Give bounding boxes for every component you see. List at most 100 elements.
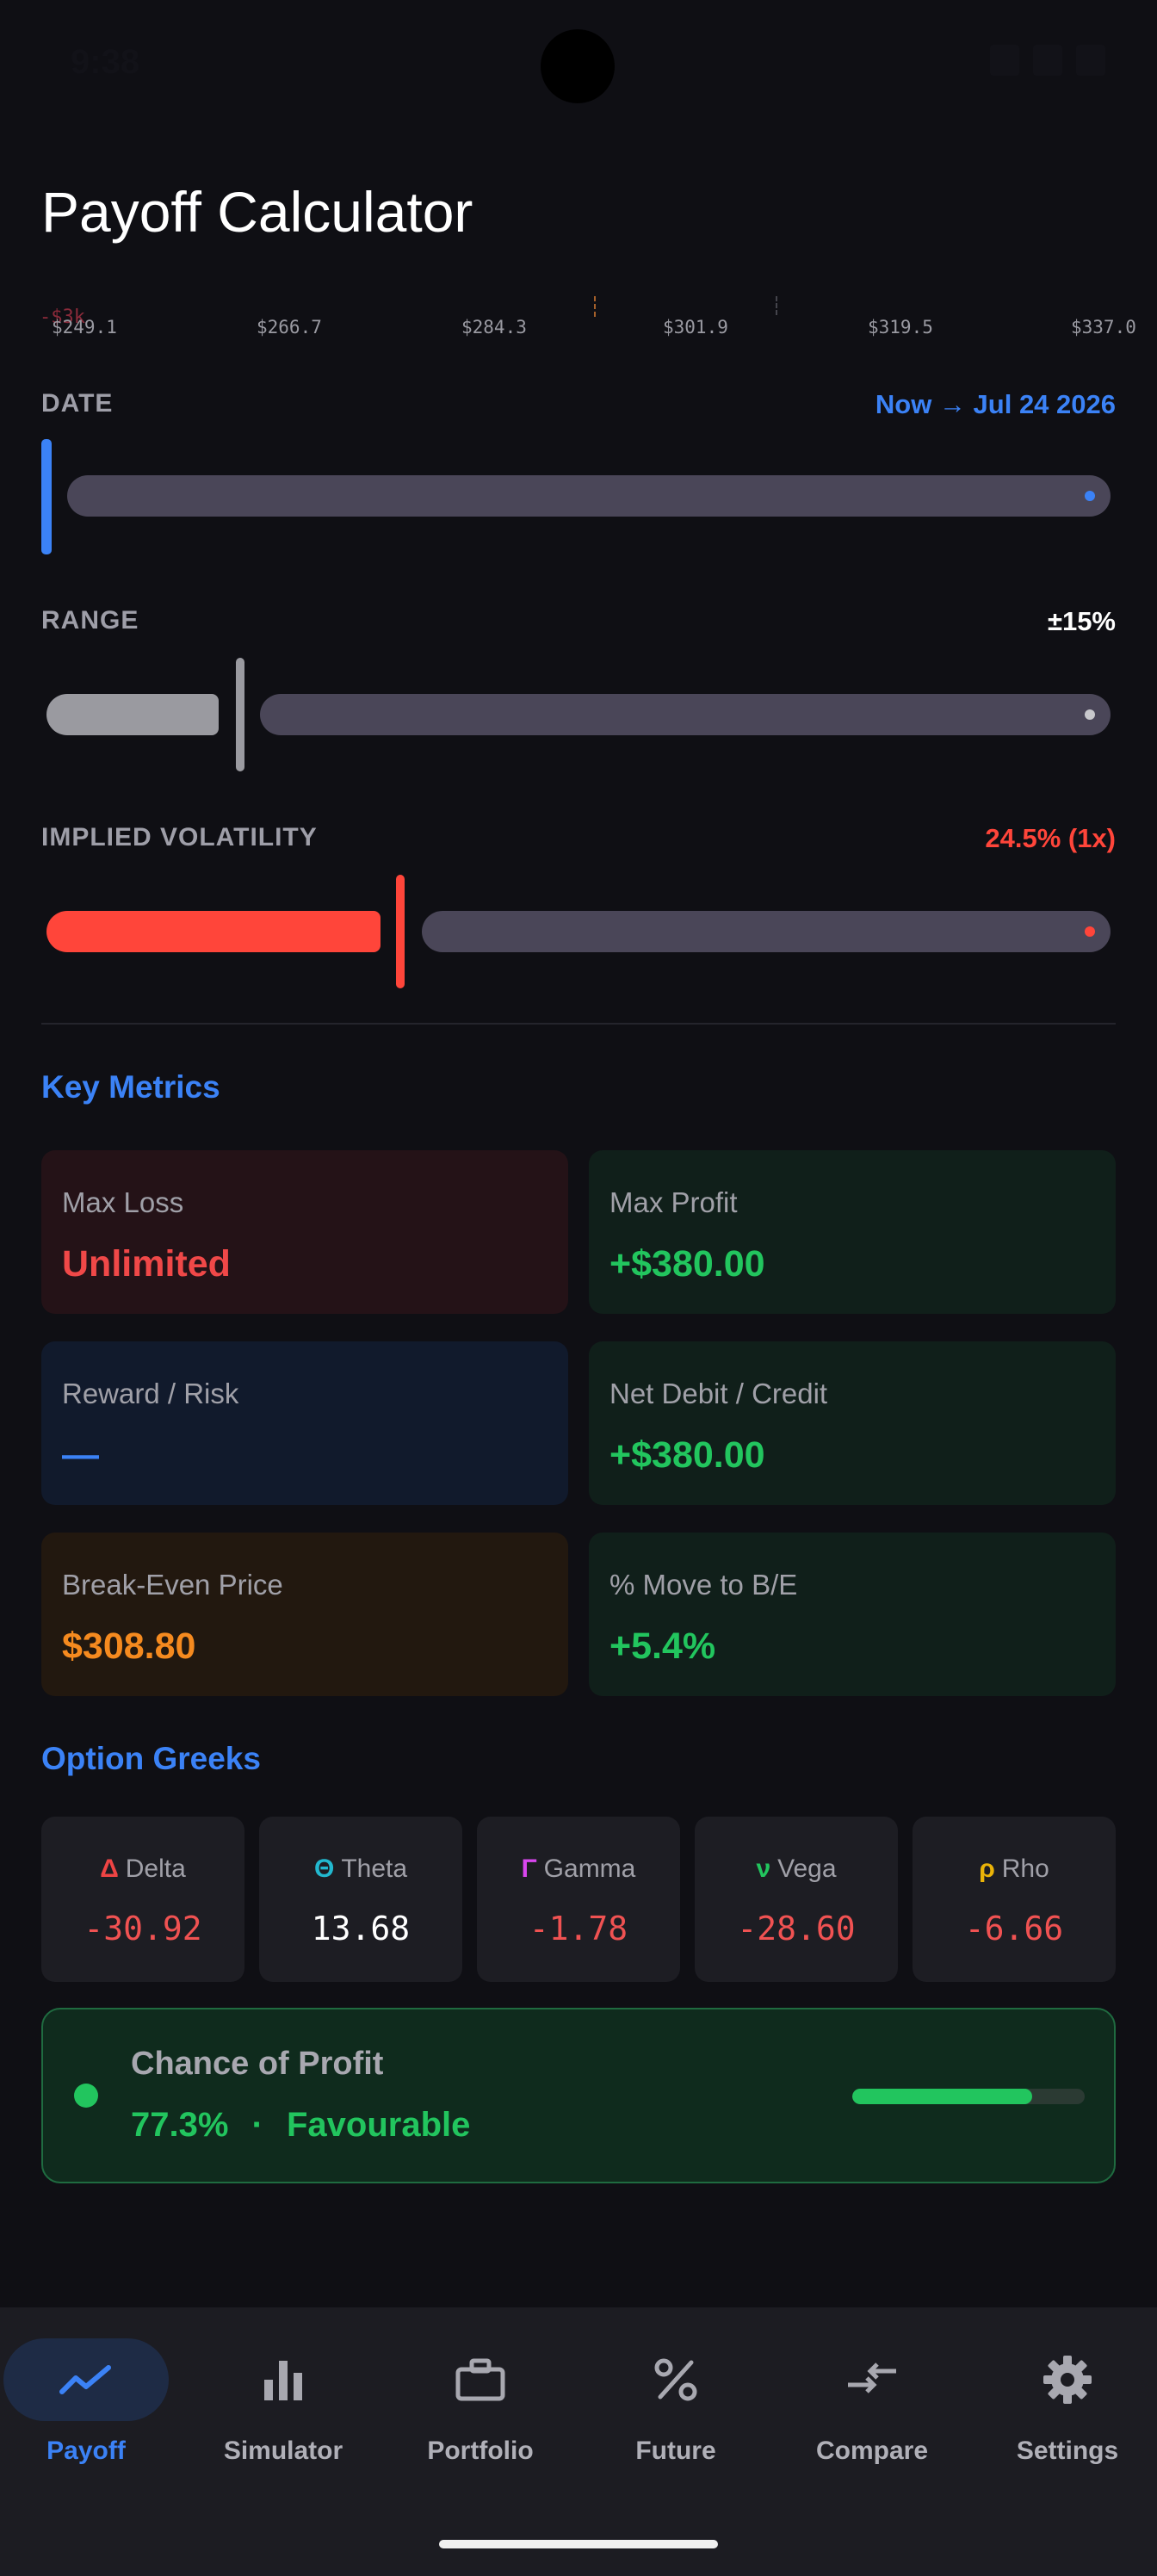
axis-tick: $284.3: [461, 317, 527, 337]
nav-item-portfolio[interactable]: Portfolio: [384, 2335, 577, 2473]
chart-x-axis: $249.1 $266.7 $284.3 $301.9 $319.5 $337.…: [0, 317, 1157, 343]
rho-icon: ρ: [979, 1855, 995, 1883]
max-profit-card: Max Profit +$380.00: [589, 1150, 1116, 1314]
status-dot-icon: [74, 2084, 98, 2108]
greek-rho-card: ρ Rho -6.66: [913, 1817, 1116, 1982]
greek-name: Theta: [341, 1855, 408, 1883]
greek-name: Gamma: [543, 1855, 636, 1883]
move-be-card: % Move to B/E +5.4%: [589, 1533, 1116, 1696]
move-be-label: % Move to B/E: [609, 1569, 798, 1601]
max-profit-value: +$380.00: [609, 1243, 765, 1285]
briefcase-icon: [398, 2338, 563, 2421]
reward-risk-value: —: [62, 1434, 99, 1476]
chance-separator: ·: [251, 2106, 263, 2144]
nav-label: Future: [635, 2437, 716, 2465]
greeks-heading: Option Greeks: [41, 1741, 261, 1776]
max-loss-value: Unlimited: [62, 1243, 231, 1285]
axis-tick: $249.1: [52, 317, 117, 337]
page-title: Payoff Calculator: [41, 180, 473, 244]
iv-slider-end-dot: [1085, 926, 1095, 937]
percent-icon: [593, 2338, 758, 2421]
bar-chart-icon: [201, 2338, 366, 2421]
greek-vega-card: ν Vega -28.60: [695, 1817, 898, 1982]
range-slider-thumb[interactable]: [236, 658, 244, 771]
greek-theta-card: Θ Theta 13.68: [259, 1817, 462, 1982]
move-be-value: +5.4%: [609, 1625, 716, 1667]
greek-name: Delta: [125, 1855, 186, 1883]
chance-percent: 77.3%: [131, 2106, 229, 2144]
axis-tick: $319.5: [868, 317, 933, 337]
home-indicator[interactable]: [439, 2540, 718, 2548]
greek-name: Rho: [1001, 1855, 1049, 1883]
axis-tick: $266.7: [257, 317, 322, 337]
greek-value: 13.68: [311, 1910, 411, 1947]
break-even-card: Break-Even Price $308.80: [41, 1533, 568, 1696]
greek-value: -6.66: [964, 1910, 1064, 1947]
date-slider-thumb[interactable]: [41, 439, 52, 554]
nav-item-future[interactable]: Future: [579, 2335, 772, 2473]
greek-gamma-card: Γ Gamma -1.78: [477, 1817, 680, 1982]
iv-slider-thumb[interactable]: [396, 875, 405, 988]
iv-slider-fill: [46, 911, 381, 952]
nav-label: Simulator: [223, 2437, 343, 2465]
gamma-icon: Γ: [521, 1855, 537, 1883]
status-icons: [990, 45, 1105, 76]
date-slider-end-dot: [1085, 491, 1095, 501]
trending-up-icon: [3, 2338, 169, 2421]
delta-icon: Δ: [100, 1855, 119, 1883]
max-loss-card: Max Loss Unlimited: [41, 1150, 568, 1314]
net-debit-card: Net Debit / Credit +$380.00: [589, 1341, 1116, 1505]
wifi-icon: [990, 45, 1019, 76]
key-metrics-heading: Key Metrics: [41, 1069, 220, 1105]
range-slider-end-dot: [1085, 709, 1095, 720]
vega-icon: ν: [756, 1855, 771, 1883]
signal-icon: [1033, 45, 1062, 76]
iv-label: IMPLIED VOLATILITY: [41, 823, 318, 851]
battery-icon: [1076, 45, 1105, 76]
axis-tick: $301.9: [663, 317, 728, 337]
camera-cutout: [541, 29, 615, 103]
nav-item-settings[interactable]: Settings: [971, 2335, 1157, 2473]
max-loss-label: Max Loss: [62, 1186, 184, 1218]
reward-risk-label: Reward / Risk: [62, 1378, 239, 1409]
range-slider-fill: [46, 694, 219, 735]
iv-slider-track[interactable]: [422, 911, 1111, 952]
nav-item-simulator[interactable]: Simulator: [187, 2335, 380, 2473]
chance-progress-fill: [852, 2089, 1032, 2104]
status-time: 9:38: [71, 43, 140, 81]
section-divider: [41, 1023, 1116, 1025]
nav-label: Payoff: [46, 2437, 126, 2465]
range-slider-track[interactable]: [260, 694, 1111, 735]
chance-title: Chance of Profit: [131, 2046, 384, 2082]
compare-arrows-icon: [789, 2338, 955, 2421]
greek-delta-card: Δ Delta -30.92: [41, 1817, 244, 1982]
theta-icon: Θ: [313, 1855, 335, 1883]
range-value: ±15%: [1047, 606, 1116, 636]
break-even-value: $308.80: [62, 1625, 196, 1667]
greek-value: -1.78: [529, 1910, 628, 1947]
max-profit-label: Max Profit: [609, 1186, 738, 1218]
break-even-marker: [594, 296, 596, 317]
chance-verdict: Favourable: [287, 2106, 471, 2144]
nav-item-payoff[interactable]: Payoff: [0, 2335, 183, 2473]
nav-label: Settings: [1016, 2437, 1119, 2465]
gear-icon: [985, 2338, 1150, 2421]
net-debit-value: +$380.00: [609, 1434, 765, 1476]
iv-value: 24.5% (1x): [985, 823, 1116, 853]
axis-tick: $337.0: [1071, 317, 1136, 337]
net-debit-label: Net Debit / Credit: [609, 1378, 828, 1409]
greek-value: -28.60: [737, 1910, 856, 1947]
reward-risk-card: Reward / Risk —: [41, 1341, 568, 1505]
greek-value: -30.92: [84, 1910, 202, 1947]
date-label: DATE: [41, 389, 114, 418]
nav-label: Compare: [815, 2437, 929, 2465]
chance-of-profit-card: Chance of Profit 77.3% · Favourable: [41, 2008, 1116, 2183]
nav-item-compare[interactable]: Compare: [776, 2335, 968, 2473]
greek-name: Vega: [777, 1855, 837, 1883]
current-price-marker: [776, 296, 777, 315]
range-label: RANGE: [41, 606, 139, 635]
break-even-label: Break-Even Price: [62, 1569, 283, 1601]
nav-label: Portfolio: [427, 2437, 534, 2465]
date-value: Now → Jul 24 2026: [875, 389, 1116, 419]
date-slider-track[interactable]: [67, 475, 1111, 517]
